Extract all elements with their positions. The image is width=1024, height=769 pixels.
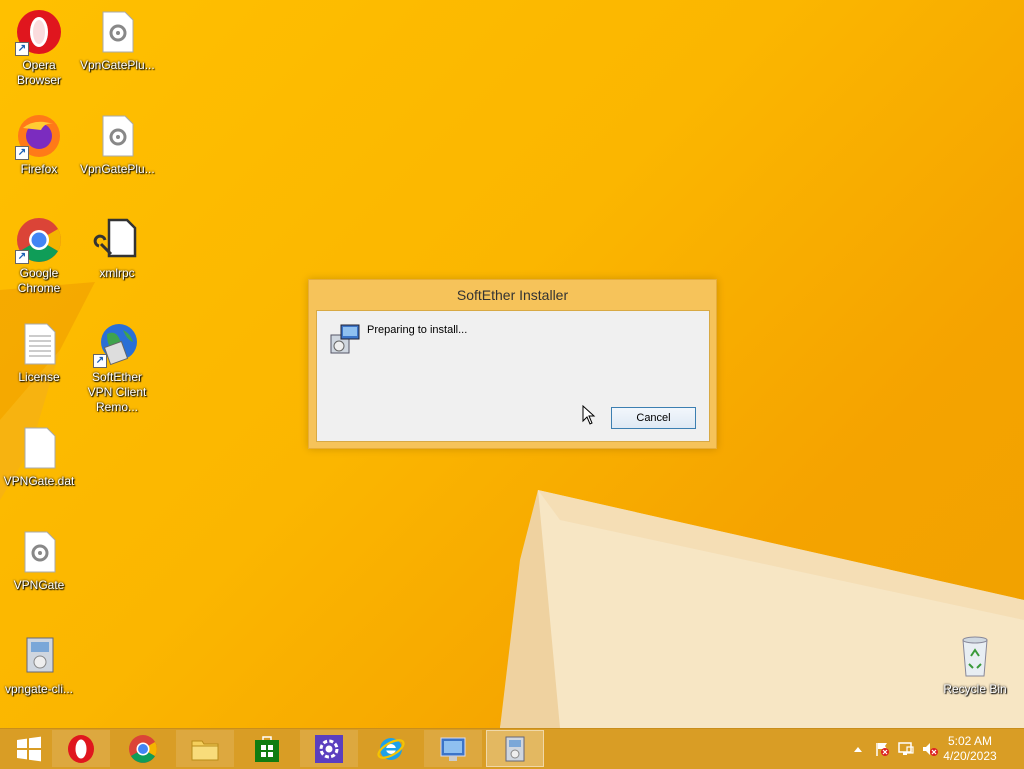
system-tray (850, 729, 938, 769)
taskbar-installer[interactable] (486, 730, 544, 767)
settings-file-icon (93, 8, 141, 56)
desktop-icon-label: Google Chrome (17, 266, 61, 295)
status-message: Preparing to install... (367, 324, 468, 336)
desktop-icon-label: Opera Browser (16, 58, 61, 87)
desktop-icon-xmlrpc[interactable]: xmlrpc (80, 216, 154, 281)
desktop-icon-label: License (18, 370, 60, 384)
desktop-icon-label: VPNGate (13, 578, 65, 592)
dialog-title[interactable]: SoftEther Installer (309, 280, 716, 310)
cancel-button[interactable]: Cancel (611, 407, 696, 429)
wrench-file-icon (93, 216, 141, 264)
opera-icon (68, 734, 94, 763)
installer-icon (15, 632, 63, 680)
desktop-icon-label: Firefox (20, 162, 58, 176)
taskbar-control-panel[interactable] (424, 730, 482, 767)
settings-file-icon (15, 528, 63, 576)
desktop[interactable]: ↗ Opera Browser VpnGatePlu... ↗ Firefox … (0, 0, 1024, 728)
gear-icon (315, 734, 343, 763)
dialog-body: Preparing to install... Cancel (316, 310, 710, 442)
ie-icon (377, 737, 405, 760)
taskbar-clock[interactable]: 5:02 AM 4/20/2023 (938, 734, 1002, 764)
desktop-icon-label: vpngate-cli... (4, 682, 74, 696)
windows-logo-icon (17, 736, 41, 761)
control-panel-icon (440, 737, 466, 761)
desktop-icon-google-chrome[interactable]: ↗ Google Chrome (2, 216, 76, 296)
installer-icon (329, 323, 361, 355)
taskbar-file-explorer[interactable] (176, 730, 234, 767)
desktop-icon-label: SoftEther VPN Client Remo... (87, 370, 147, 414)
taskbar-chrome[interactable] (114, 730, 172, 767)
desktop-icon-vpngateplugin-1[interactable]: VpnGatePlu... (80, 8, 155, 73)
store-icon (255, 735, 279, 762)
network-icon[interactable] (898, 741, 914, 757)
recycle-bin-icon (951, 632, 999, 680)
desktop-icon-opera-browser[interactable]: ↗ Opera Browser (2, 8, 76, 88)
text-file-icon (15, 320, 63, 368)
taskbar-store[interactable] (238, 730, 296, 767)
desktop-icon-label: Recycle Bin (943, 682, 1007, 696)
installer-icon (505, 736, 525, 761)
chevron-up-icon[interactable] (850, 741, 866, 757)
chrome-icon: ↗ (15, 216, 63, 264)
taskbar-internet-explorer[interactable] (362, 730, 420, 767)
chrome-icon (129, 734, 157, 763)
desktop-icon-vpngate[interactable]: VPNGate (2, 528, 76, 593)
desktop-icon-vpngate-client-installer[interactable]: vpngate-cli... (2, 632, 76, 697)
desktop-icon-label: VpnGatePlu... (80, 58, 155, 72)
flag-icon[interactable] (874, 741, 890, 757)
desktop-icon-label: xmlrpc (99, 266, 135, 280)
desktop-icon-license[interactable]: License (2, 320, 76, 385)
desktop-icon-softether-vpn-client-remote[interactable]: ↗ SoftEther VPN Client Remo... (80, 320, 154, 415)
clock-date: 4/20/2023 (943, 749, 997, 763)
desktop-icon-recycle-bin[interactable]: Recycle Bin (938, 632, 1012, 697)
settings-file-icon (93, 112, 141, 160)
firefox-icon: ↗ (15, 112, 63, 160)
folder-icon (191, 740, 219, 760)
taskbar: 5:02 AM 4/20/2023 (0, 728, 1024, 769)
taskbar-settings[interactable] (300, 730, 358, 767)
desktop-icon-vpngate-dat[interactable]: VPNGate.dat (2, 424, 76, 489)
taskbar-opera[interactable] (52, 730, 110, 767)
desktop-icon-firefox[interactable]: ↗ Firefox (2, 112, 76, 177)
vpn-globe-icon: ↗ (93, 320, 141, 368)
start-button[interactable] (0, 730, 58, 767)
blank-file-icon (15, 424, 63, 472)
desktop-icon-label: VpnGatePlu... (80, 162, 155, 176)
desktop-icon-label: VPNGate.dat (3, 474, 75, 488)
volume-muted-icon[interactable] (922, 741, 938, 757)
softether-installer-dialog: SoftEther Installer Preparing to install… (308, 279, 717, 449)
mouse-cursor-icon (582, 405, 596, 425)
clock-time: 5:02 AM (947, 734, 993, 748)
desktop-icon-vpngateplugin-2[interactable]: VpnGatePlu... (80, 112, 155, 177)
opera-icon: ↗ (15, 8, 63, 56)
